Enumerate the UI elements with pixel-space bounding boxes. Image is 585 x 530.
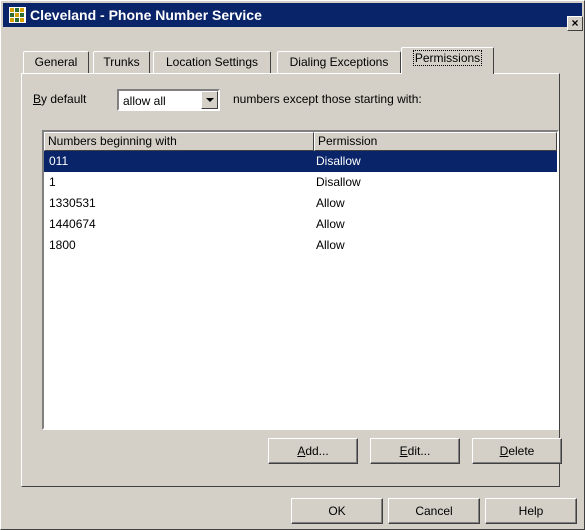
edit-mnemonic: E bbox=[399, 444, 408, 458]
close-button[interactable]: × bbox=[567, 16, 583, 31]
edit-label-rest: dit... bbox=[407, 444, 431, 458]
dialog-window: Cleveland - Phone Number Service × Gener… bbox=[0, 0, 585, 530]
tab-permissions[interactable]: Permissions bbox=[401, 47, 494, 74]
default-permission-value: allow all bbox=[123, 94, 166, 108]
tab-general-label: General bbox=[34, 55, 78, 69]
list-item[interactable]: 1800 Allow bbox=[44, 235, 557, 256]
delete-button[interactable]: Delete bbox=[472, 438, 562, 464]
tab-dialing-exceptions[interactable]: Dialing Exceptions bbox=[277, 51, 401, 73]
list-item[interactable]: 1 Disallow bbox=[44, 172, 557, 193]
delete-label-rest: elete bbox=[508, 444, 535, 458]
number-cell: 1800 bbox=[49, 238, 76, 252]
tab-location-settings[interactable]: Location Settings bbox=[153, 51, 271, 73]
list-item[interactable]: 011 Disallow bbox=[44, 151, 557, 172]
help-button[interactable]: Help bbox=[485, 498, 577, 524]
edit-button[interactable]: Edit... bbox=[370, 438, 460, 464]
number-cell: 1 bbox=[49, 175, 56, 189]
permission-cell: Disallow bbox=[316, 175, 361, 189]
by-default-label: By default bbox=[33, 92, 86, 106]
phone-service-icon bbox=[9, 7, 26, 23]
number-cell: 011 bbox=[49, 154, 69, 168]
window-title: Cleveland - Phone Number Service bbox=[30, 7, 262, 23]
permission-cell: Allow bbox=[316, 196, 345, 210]
default-permission-select[interactable]: allow all bbox=[117, 89, 220, 111]
add-label-rest: dd... bbox=[305, 444, 329, 458]
tab-location-settings-label: Location Settings bbox=[165, 55, 259, 69]
column-header-numbers[interactable]: Numbers beginning with bbox=[44, 132, 314, 151]
permission-cell: Disallow bbox=[316, 154, 361, 168]
close-icon: × bbox=[571, 16, 579, 30]
tab-permissions-label: Permissions bbox=[412, 50, 483, 66]
column-header-permission[interactable]: Permission bbox=[314, 132, 557, 151]
permissions-list[interactable]: Numbers beginning with Permission 011 Di… bbox=[42, 130, 559, 430]
list-item[interactable]: 1440674 Allow bbox=[44, 214, 557, 235]
tab-general[interactable]: General bbox=[23, 51, 89, 73]
delete-mnemonic: D bbox=[499, 444, 509, 458]
permission-cell: Allow bbox=[316, 217, 345, 231]
number-cell: 1440674 bbox=[49, 217, 96, 231]
by-default-label-rest: y default bbox=[41, 92, 87, 106]
title-bar[interactable]: Cleveland - Phone Number Service bbox=[3, 3, 582, 27]
tab-dialing-exceptions-label: Dialing Exceptions bbox=[289, 55, 389, 69]
by-default-mnemonic: B bbox=[33, 92, 42, 106]
list-item[interactable]: 1330531 Allow bbox=[44, 193, 557, 214]
add-button[interactable]: Add... bbox=[268, 438, 358, 464]
cancel-button[interactable]: Cancel bbox=[388, 498, 480, 524]
number-cell: 1330531 bbox=[49, 196, 96, 210]
ok-button[interactable]: OK bbox=[291, 498, 383, 524]
tab-trunks-label: Trunks bbox=[103, 55, 140, 69]
chevron-down-icon[interactable] bbox=[201, 91, 218, 109]
tab-trunks[interactable]: Trunks bbox=[93, 51, 150, 73]
permission-cell: Allow bbox=[316, 238, 345, 252]
except-label: numbers except those starting with: bbox=[233, 92, 422, 106]
